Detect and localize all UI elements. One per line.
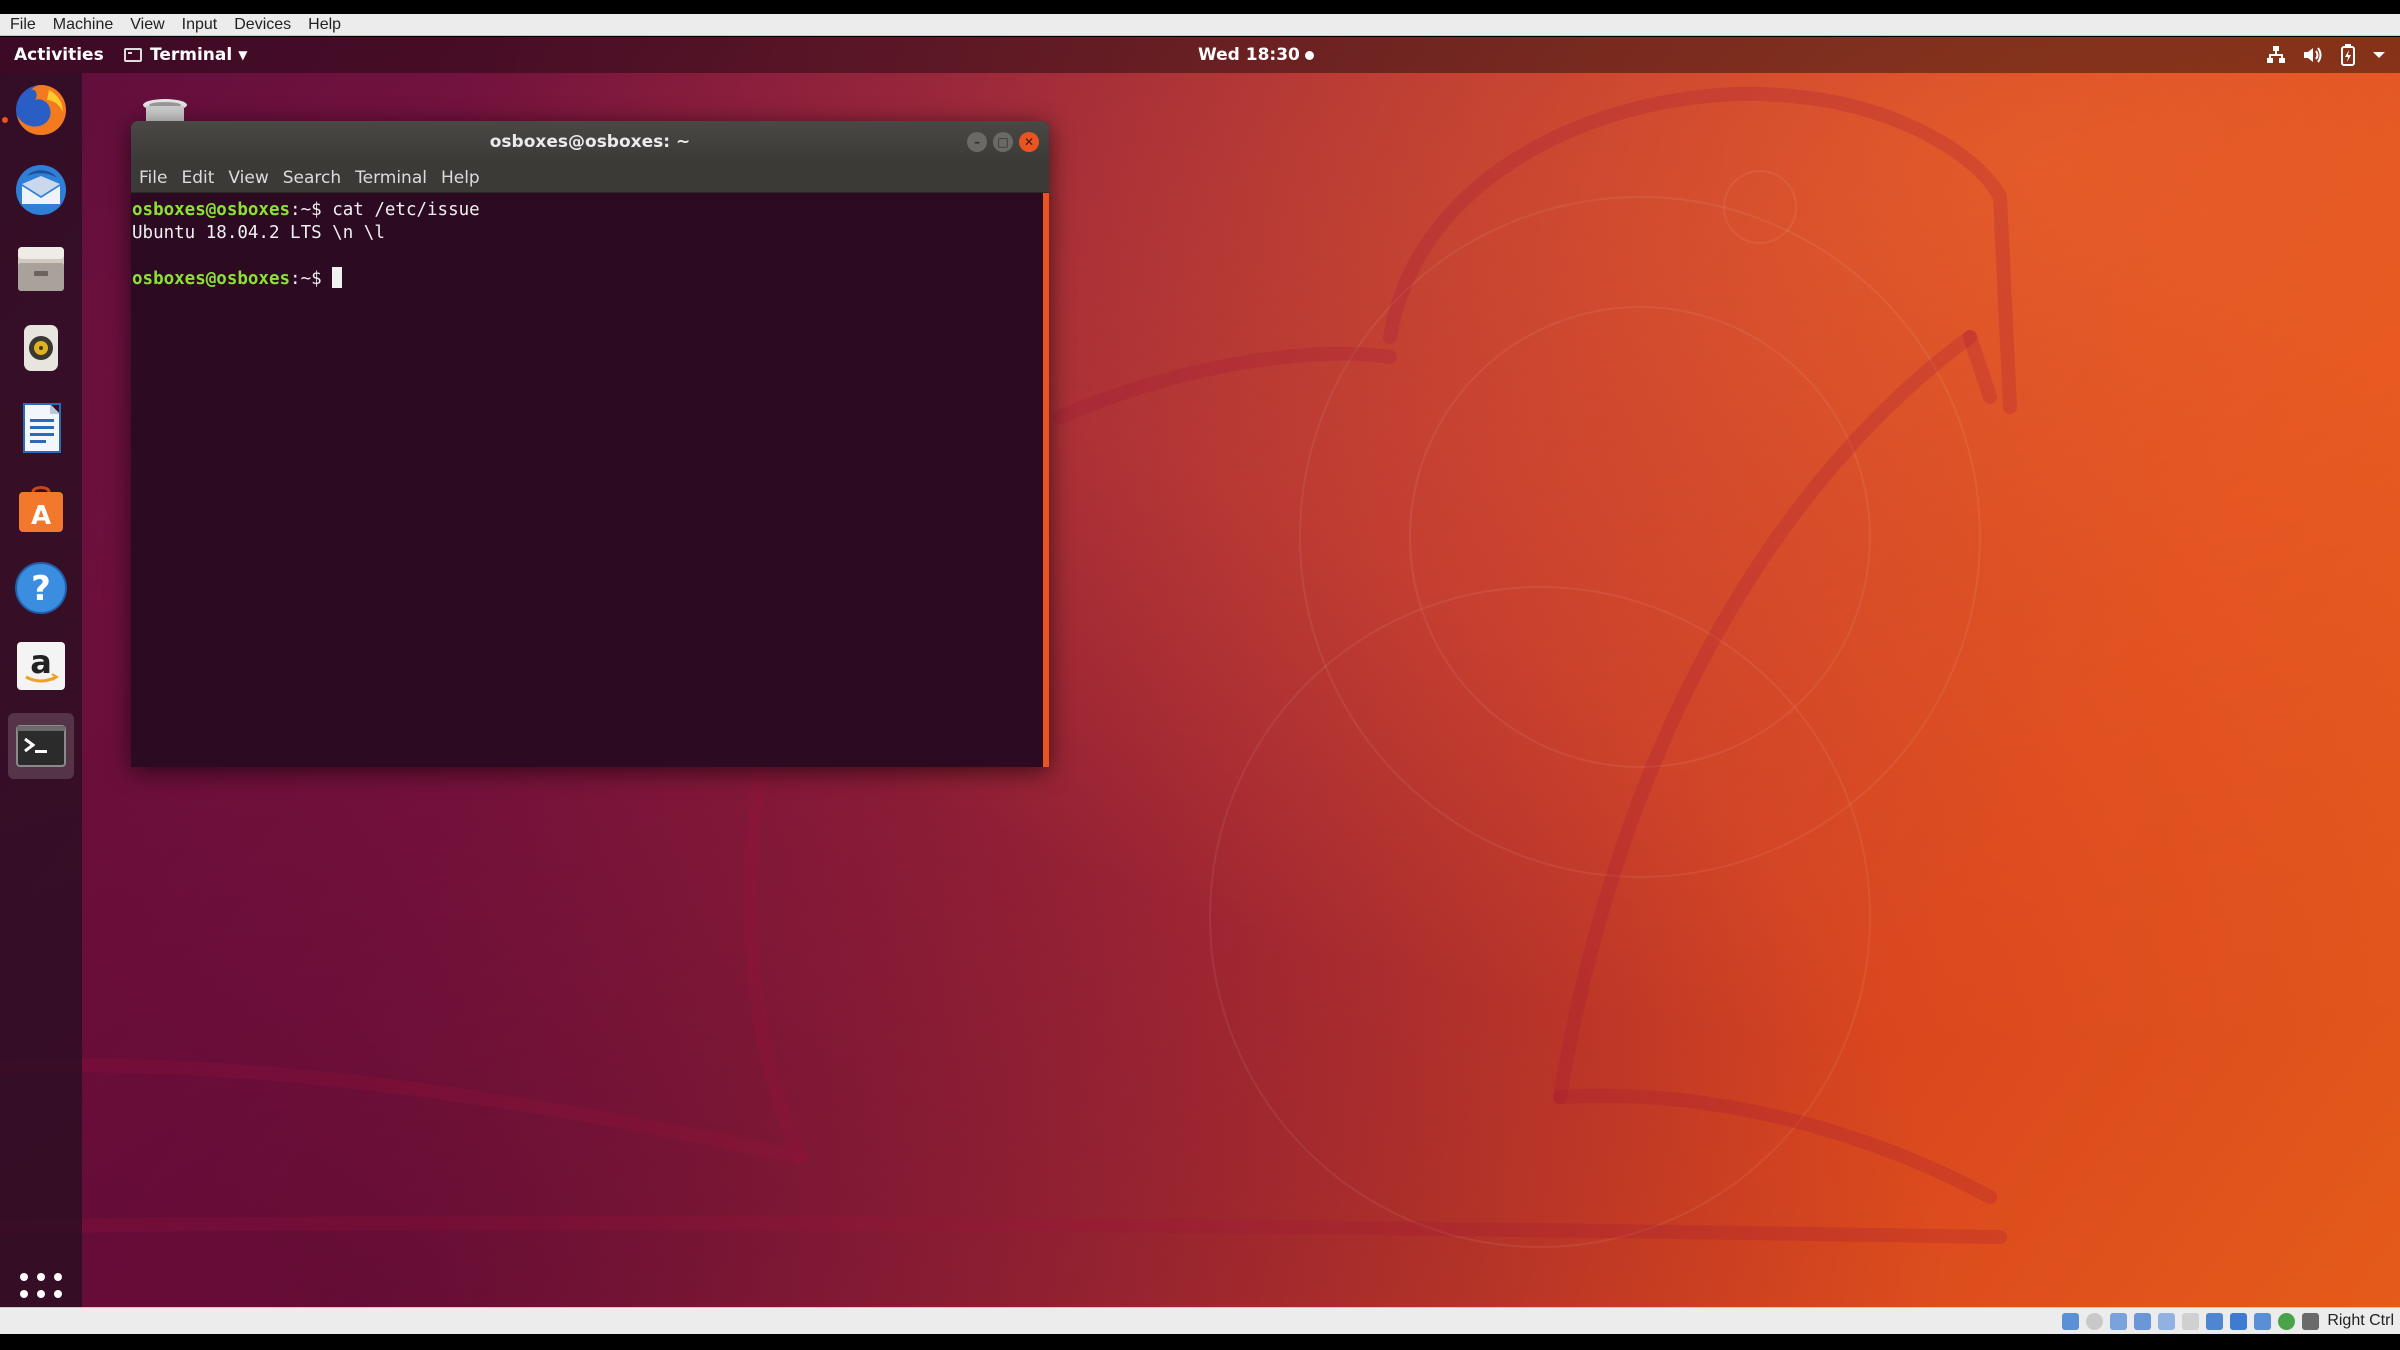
prompt-user-host: osboxes@osboxes <box>132 268 291 289</box>
recording-status-icon[interactable] <box>2230 1312 2248 1330</box>
term-menu-terminal[interactable]: Terminal <box>355 168 427 188</box>
amazon-icon: a <box>17 642 65 690</box>
dock-item-terminal[interactable] <box>8 713 74 779</box>
svg-text:A: A <box>31 501 51 531</box>
optical-drive-status-icon[interactable] <box>2086 1312 2104 1330</box>
dock-item-help[interactable]: ? <box>8 555 74 621</box>
volume-icon <box>2304 47 2322 63</box>
harddisk-status-icon[interactable] <box>2062 1312 2080 1330</box>
svg-text:a: a <box>30 643 52 681</box>
keyboard-status-icon[interactable] <box>2302 1312 2320 1330</box>
letterbox-top <box>0 0 2400 14</box>
app-menu-terminal[interactable]: Terminal ▼ <box>124 45 247 65</box>
mouse-integration-status-icon[interactable] <box>2278 1312 2296 1330</box>
gnome-top-bar: Activities Terminal ▼ Wed 18:30 <box>0 37 2400 73</box>
dock-item-firefox[interactable] <box>8 77 74 143</box>
vbox-menu-view[interactable]: View <box>130 16 164 34</box>
files-icon <box>18 247 64 291</box>
vbox-menubar: File Machine View Input Devices Help <box>0 14 2400 36</box>
term-menu-file[interactable]: File <box>139 168 167 188</box>
dock-item-amazon[interactable]: a <box>8 633 74 699</box>
usb-status-icon[interactable] <box>2158 1312 2176 1330</box>
terminal-scroll-edge <box>1043 193 1049 767</box>
command-text <box>322 269 333 289</box>
help-icon: ? <box>15 562 67 614</box>
minimize-icon[interactable]: – <box>967 132 987 152</box>
terminal-menubar: File Edit View Search Terminal Help <box>131 163 1049 193</box>
output-text: Ubuntu 18.04.2 LTS \n \l <box>132 222 385 243</box>
term-menu-view[interactable]: View <box>228 168 268 188</box>
svg-text:?: ? <box>31 569 51 609</box>
host-key-label: Right Ctrl <box>2327 1312 2394 1329</box>
rhythmbox-icon <box>24 325 58 371</box>
text-cursor <box>332 266 343 288</box>
network-icon <box>2267 46 2285 63</box>
terminal-window[interactable]: osboxes@osboxes: ~ – □ ✕ File Edit View … <box>131 121 1049 767</box>
dock-item-ubuntu-software[interactable]: A <box>8 475 74 541</box>
vbox-status-bar: Right Ctrl <box>0 1307 2400 1334</box>
term-menu-edit[interactable]: Edit <box>181 168 214 188</box>
guest-desktop[interactable]: Activities Terminal ▼ Wed 18:30 A ? a os… <box>0 37 2400 1307</box>
close-icon[interactable]: ✕ <box>1019 132 1039 152</box>
activities-button[interactable]: Activities <box>14 45 104 65</box>
dock-item-files[interactable] <box>8 235 74 301</box>
maximize-icon[interactable]: □ <box>993 132 1013 152</box>
audio-status-icon[interactable] <box>2110 1312 2128 1330</box>
app-menu-label: Terminal <box>150 45 233 65</box>
cpu-status-icon[interactable] <box>2254 1312 2272 1330</box>
terminal-line: osboxes@osboxes:~$ cat /etc/issue <box>132 199 1041 222</box>
shared-folders-status-icon[interactable] <box>2182 1312 2200 1330</box>
prompt-user-host: osboxes@osboxes <box>132 200 291 220</box>
terminal-line: Ubuntu 18.04.2 LTS \n \l <box>132 222 1041 245</box>
firefox-icon <box>16 85 66 135</box>
clock-label: Wed 18:30 <box>1198 45 1300 65</box>
dock-item-thunderbird[interactable] <box>8 157 74 223</box>
prompt-path: :~$ <box>290 200 322 220</box>
ubuntu-software-icon: A <box>19 486 63 532</box>
dock: A ? a <box>0 73 82 1307</box>
thunderbird-icon <box>16 165 66 215</box>
command-text: cat /etc/issue <box>321 200 480 220</box>
prompt-path: :~$ <box>290 268 322 289</box>
window-title: osboxes@osboxes: ~ <box>489 132 691 152</box>
chevron-down-icon <box>2373 52 2385 58</box>
terminal-icon <box>16 725 66 767</box>
letterbox-bottom <box>0 1334 2400 1350</box>
terminal-output[interactable]: osboxes@osboxes:~$ cat /etc/issue Ubuntu … <box>131 193 1041 767</box>
show-applications-icon[interactable] <box>18 1271 64 1307</box>
vbox-menu-devices[interactable]: Devices <box>234 16 291 34</box>
window-controls: – □ ✕ <box>961 132 1039 152</box>
dock-item-rhythmbox[interactable] <box>8 315 74 381</box>
dock-item-libreoffice-writer[interactable] <box>8 395 74 461</box>
battery-icon <box>2341 44 2355 66</box>
display-status-icon[interactable] <box>2206 1312 2224 1330</box>
system-tray[interactable] <box>2250 44 2386 66</box>
vbox-menu-help[interactable]: Help <box>308 16 341 34</box>
writer-icon <box>23 403 61 453</box>
vbox-menu-file[interactable]: File <box>10 16 36 34</box>
terminal-app-icon <box>124 48 142 62</box>
vbox-menu-machine[interactable]: Machine <box>53 16 113 34</box>
vbox-menu-input[interactable]: Input <box>182 16 218 34</box>
chevron-down-icon: ▼ <box>238 48 248 62</box>
clock[interactable]: Wed 18:30 <box>1198 45 1314 65</box>
term-menu-search[interactable]: Search <box>283 168 341 188</box>
terminal-titlebar[interactable]: osboxes@osboxes: ~ – □ ✕ <box>131 121 1049 163</box>
network-status-icon[interactable] <box>2134 1312 2152 1330</box>
notification-dot-icon <box>1304 50 1314 60</box>
term-menu-help[interactable]: Help <box>441 168 480 188</box>
terminal-line: osboxes@osboxes:~$ <box>132 266 1041 291</box>
